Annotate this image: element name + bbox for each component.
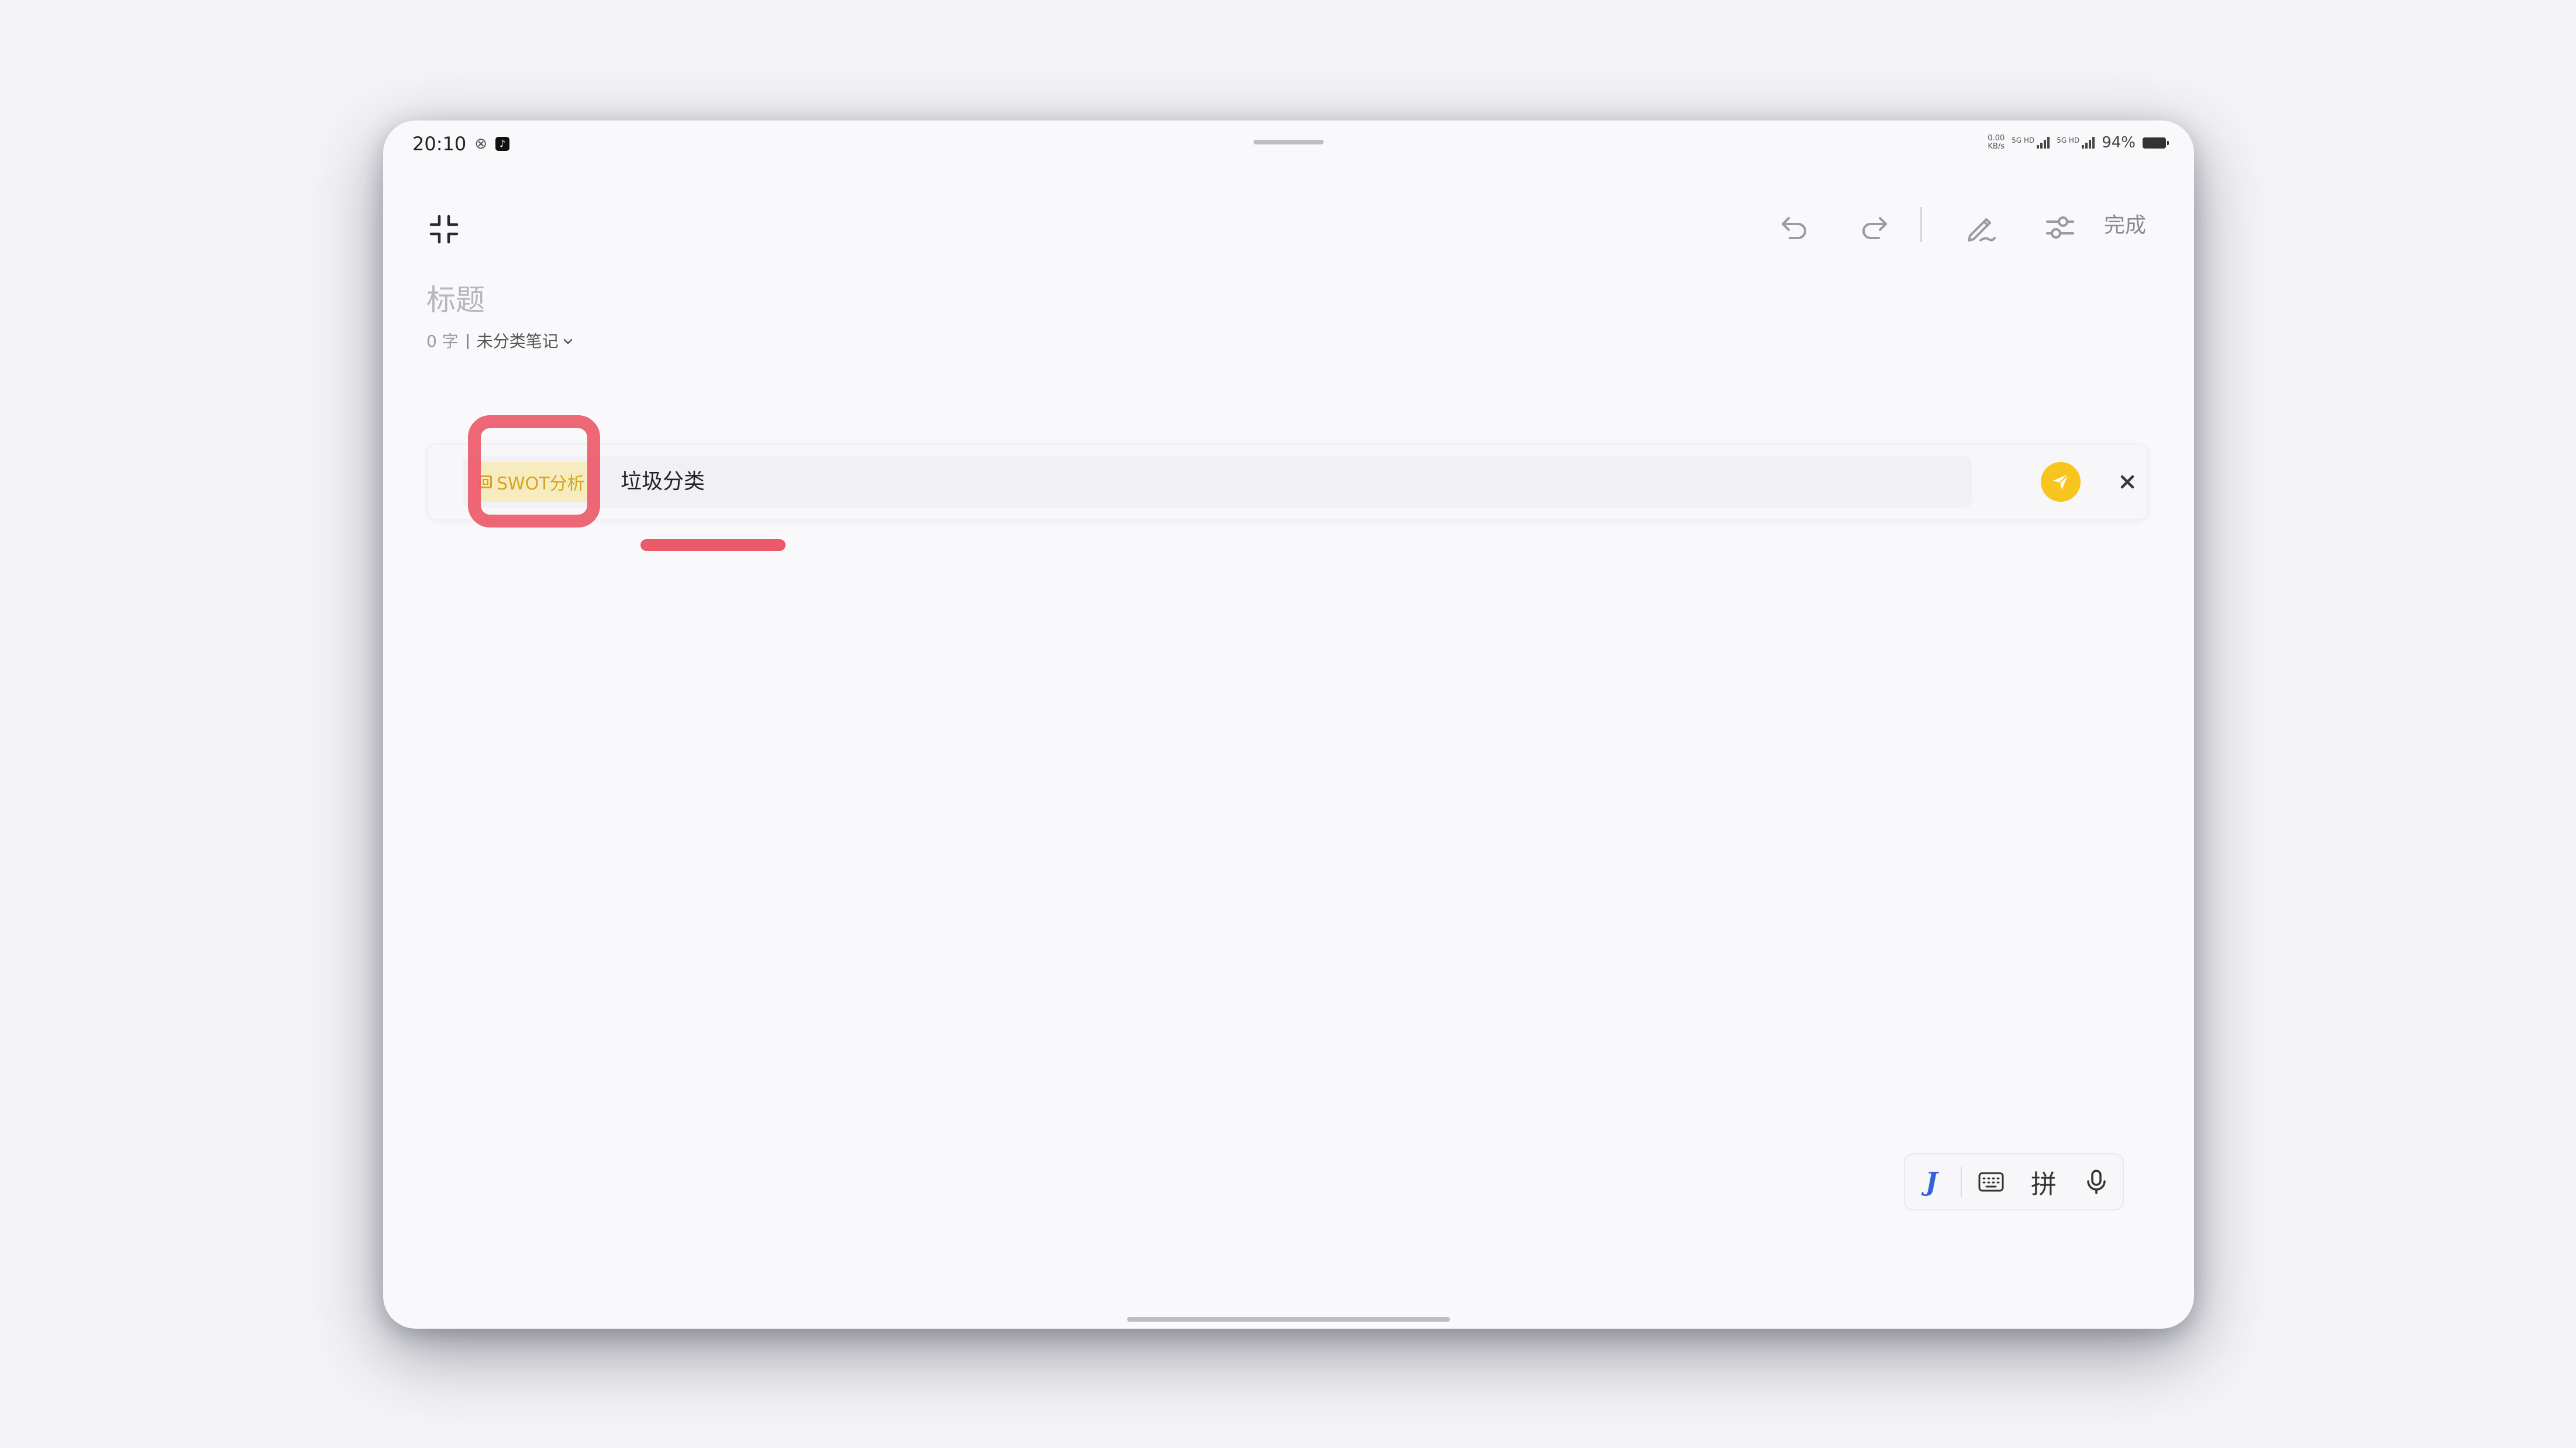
signal-icon: 5G HD bbox=[2057, 137, 2095, 149]
close-button[interactable] bbox=[2107, 462, 2147, 502]
tiktok-icon: ♪ bbox=[495, 137, 510, 151]
pinyin-label: 拼 bbox=[2031, 1170, 2057, 1199]
title-input[interactable]: 标题 bbox=[426, 280, 485, 320]
ime-toolbar: J 拼 bbox=[1904, 1153, 2124, 1211]
status-time: 20:10 bbox=[412, 133, 467, 155]
net-speed-value: 0.00 bbox=[1988, 134, 2005, 143]
undo-icon bbox=[1782, 217, 1806, 239]
status-bar-right: 0.00 KB/s 5G HD 5G HD 94% bbox=[1988, 131, 2169, 154]
category-label: 未分类笔记 bbox=[476, 332, 559, 351]
collapse-icon bbox=[429, 215, 459, 244]
ime-pinyin-button[interactable]: 拼 bbox=[2020, 1159, 2067, 1205]
note-meta: 0 字 未分类笔记 bbox=[426, 330, 574, 353]
category-selector[interactable]: 未分类笔记 bbox=[477, 330, 574, 353]
done-button[interactable]: 完成 bbox=[2104, 208, 2146, 243]
net-speed-unit: KB/s bbox=[1988, 142, 2005, 151]
status-misc-icon: ⊗ bbox=[474, 135, 488, 153]
annotation-highlight-box bbox=[468, 415, 600, 528]
handwriting-button[interactable] bbox=[1954, 201, 2007, 254]
window-grab-handle[interactable] bbox=[1253, 140, 1324, 144]
mic-icon bbox=[2087, 1170, 2106, 1194]
keyboard-icon bbox=[1978, 1172, 2004, 1192]
send-icon bbox=[2053, 474, 2069, 489]
close-icon bbox=[2120, 475, 2134, 489]
annotation-underline bbox=[640, 539, 786, 551]
home-indicator[interactable] bbox=[1127, 1317, 1450, 1322]
ai-prompt-bar: SWOT分析 垃圾分类 bbox=[426, 443, 2148, 520]
net-speed: 0.00 KB/s bbox=[1988, 135, 2005, 151]
settings-icon bbox=[2046, 216, 2074, 239]
toolbar-divider bbox=[1920, 207, 1922, 242]
prompt-input-area[interactable]: SWOT分析 垃圾分类 bbox=[463, 456, 1972, 508]
ime-logo-icon: J bbox=[1925, 1167, 1938, 1197]
send-button[interactable] bbox=[2041, 462, 2081, 502]
status-bar-left: 20:10 ⊗ ♪ bbox=[412, 130, 510, 158]
signal-label: 5G HD bbox=[2057, 136, 2080, 144]
battery-icon bbox=[2143, 137, 2169, 149]
tablet-screen: 20:10 ⊗ ♪ 0.00 KB/s 5G HD 5G HD 94% 完成 标… bbox=[383, 120, 2194, 1329]
signal-icon: 5G HD bbox=[2012, 137, 2050, 149]
ime-logo-button[interactable]: J bbox=[1908, 1159, 1955, 1205]
prompt-input[interactable]: 垃圾分类 bbox=[621, 456, 705, 508]
redo-icon bbox=[1862, 217, 1887, 239]
meta-divider bbox=[466, 334, 469, 349]
chevron-down-icon bbox=[563, 339, 572, 344]
redo-button[interactable] bbox=[1848, 201, 1900, 254]
signal-label: 5G HD bbox=[2012, 136, 2035, 144]
pen-icon bbox=[1968, 218, 1996, 242]
ime-keyboard-button[interactable] bbox=[1968, 1159, 2014, 1205]
battery-percent: 94% bbox=[2102, 134, 2136, 151]
ime-divider bbox=[1961, 1167, 1962, 1197]
word-count: 0 字 bbox=[426, 332, 459, 351]
ime-voice-button[interactable] bbox=[2073, 1159, 2120, 1205]
collapse-button[interactable] bbox=[421, 206, 467, 253]
undo-button[interactable] bbox=[1768, 201, 1821, 254]
settings-button[interactable] bbox=[2034, 201, 2086, 254]
